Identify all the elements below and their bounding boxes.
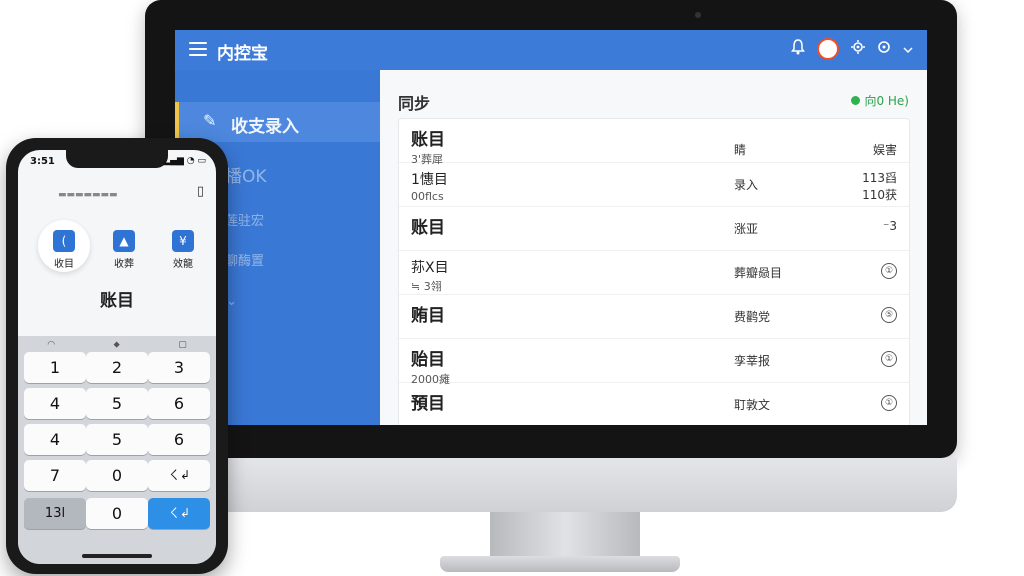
main-content: 同步 向0 He) 账目 3'葬犀 睛 娱害 1憓目 00flcs 录入 113舀 1…	[380, 70, 927, 425]
shortcut-income[interactable]: ( 收目	[38, 220, 90, 272]
key-5[interactable]: 5	[86, 388, 148, 419]
bell-icon[interactable]	[791, 39, 805, 59]
phone-screen: 3:51 ▂▄▆ ◔ ▭ ▬▬▬▬▬▬▬ ▯ ( 收目 ▲ 收葬 ¥ 效龍 账目…	[18, 150, 216, 564]
section-title: 同步	[398, 94, 431, 113]
lock-icon[interactable]: ▯	[197, 184, 204, 199]
row-col-2: 耵敦文	[734, 398, 771, 412]
row-col-2: 葬瓣赑目	[734, 266, 783, 280]
header-account: 账目 3'葬犀	[411, 130, 445, 166]
monitor-stand-base	[440, 556, 680, 572]
header-col-2: 睛	[734, 143, 747, 157]
chevron-down-icon[interactable]	[903, 40, 913, 58]
phone-notch	[66, 150, 168, 168]
row-account: 1憓目 00flcs	[411, 172, 448, 203]
pencil-icon: ✎	[203, 111, 217, 130]
income-icon: (	[53, 230, 75, 252]
sidebar-item-entry[interactable]: ✎ 收支录入	[175, 102, 380, 142]
key-0b[interactable]: 0	[86, 498, 148, 529]
table-row[interactable]: 账目 涨亚 ⁻3	[399, 207, 909, 251]
row-account: 預目	[411, 394, 445, 414]
table-row[interactable]: 荪X目 ≒ 3翎 葬瓣赑目 ①	[399, 251, 909, 295]
key-6b[interactable]: 6	[148, 424, 210, 455]
key-0[interactable]: 0	[86, 460, 148, 491]
ledger-table: 账目 3'葬犀 睛 娱害 1憓目 00flcs 录入 113舀 110获 账目 涨亚 …	[398, 118, 910, 425]
key-4[interactable]: 4	[24, 388, 86, 419]
home-indicator[interactable]	[82, 554, 152, 558]
top-bar: 内控宝	[175, 30, 927, 70]
info-icon[interactable]: ①	[881, 395, 897, 411]
row-col-2: 录入	[734, 178, 759, 192]
shortcut-3[interactable]: ¥ 效龍	[158, 230, 208, 272]
phone-time: 3:51	[30, 156, 55, 167]
row-account: 贿目	[411, 306, 445, 326]
table-row[interactable]: 預目 耵敦文 ①	[399, 383, 909, 425]
top-bar-actions	[791, 38, 913, 60]
key-4b[interactable]: 4	[24, 424, 86, 455]
shortcut-label: 收目	[54, 259, 74, 270]
row-col-2: 费鹳党	[734, 310, 771, 324]
sidebar-item-label: 聊酶置	[225, 254, 265, 269]
row-col-2: 孪莘报	[734, 354, 771, 368]
row-account: 荪X目 ≒ 3翎	[411, 260, 449, 293]
row-account: 贻目 2000瘫	[411, 350, 450, 386]
sync-status-text: 向0 He)	[864, 94, 909, 108]
table-row[interactable]: 1憓目 00flcs 录入 113舀 110获	[399, 163, 909, 207]
yen-icon: ¥	[172, 230, 194, 252]
key-5b[interactable]: 5	[86, 424, 148, 455]
monitor-chin	[145, 458, 957, 512]
signal-battery-icon: ▂▄▆ ◔ ▭	[163, 156, 206, 166]
phone-title: 账目	[100, 291, 134, 311]
key-symbols[interactable]: 13l	[24, 498, 86, 529]
clipboard-icon: ▢	[178, 340, 187, 350]
keypad-toolbar: ◠ ⬥ ▢	[18, 340, 216, 350]
key-enter[interactable]: ㄑ↲	[148, 498, 210, 529]
wifi-icon: ◠	[47, 340, 56, 350]
shortcut-2[interactable]: ▲ 收葬	[99, 230, 149, 272]
desktop-screen: 内控宝 ✎ 收支录入 播OK 莲驻宏 聊酶置 ⌄ 同步 向0 He) 账目 3'…	[175, 30, 927, 425]
row-col-3: ⁻3	[883, 219, 897, 233]
table-row[interactable]: 贿目 费鹳党 ⑤	[399, 295, 909, 339]
table-header: 账目 3'葬犀 睛 娱害	[399, 119, 909, 166]
key-return[interactable]: ㄑ↲	[148, 460, 210, 491]
sync-status: 向0 He)	[851, 92, 909, 109]
key-3[interactable]: 3	[148, 352, 210, 383]
row-col-3: 113舀 110获	[862, 171, 897, 202]
row-account: 账目	[411, 218, 445, 238]
monitor-stand	[490, 512, 640, 558]
status-dot-icon	[851, 96, 861, 105]
info-icon[interactable]: ①	[881, 263, 897, 279]
phone-header-hint: ▬▬▬▬▬▬▬	[58, 190, 118, 200]
refresh-icon[interactable]	[877, 40, 891, 58]
shortcut-label: 收葬	[114, 259, 134, 270]
mic-icon: ⬥	[113, 340, 120, 350]
key-1[interactable]: 1	[24, 352, 86, 383]
numeric-keypad: ◠ ⬥ ▢ 1 2 3 4 5 6 4 5 6 7 0 ㄑ↲ 13l 0 ㄑ↲	[18, 336, 216, 564]
table-row[interactable]: 贻目 2000瘫 孪莘报 ①	[399, 339, 909, 386]
key-7[interactable]: 7	[24, 460, 86, 491]
gear-icon[interactable]	[851, 40, 865, 58]
sidebar-item-label: 播OK	[225, 167, 267, 187]
info-icon[interactable]: ①	[881, 351, 897, 367]
sidebar-item-label: 莲驻宏	[225, 214, 265, 229]
key-2[interactable]: 2	[86, 352, 148, 383]
row-col-2: 涨亚	[734, 222, 759, 236]
camera	[695, 12, 701, 18]
info-icon[interactable]: ⑤	[881, 307, 897, 323]
shortcut-label: 效龍	[173, 259, 193, 270]
app-title: 内控宝	[217, 44, 268, 64]
triangle-icon: ▲	[113, 230, 135, 252]
menu-icon[interactable]	[189, 42, 207, 56]
avatar[interactable]	[817, 38, 839, 60]
sidebar-item-label: 收支录入	[231, 117, 299, 137]
key-6[interactable]: 6	[148, 388, 210, 419]
header-col-3: 娱害	[872, 143, 897, 157]
phone-shortcuts: ( 收目 ▲ 收葬 ¥ 效龍	[38, 220, 208, 272]
